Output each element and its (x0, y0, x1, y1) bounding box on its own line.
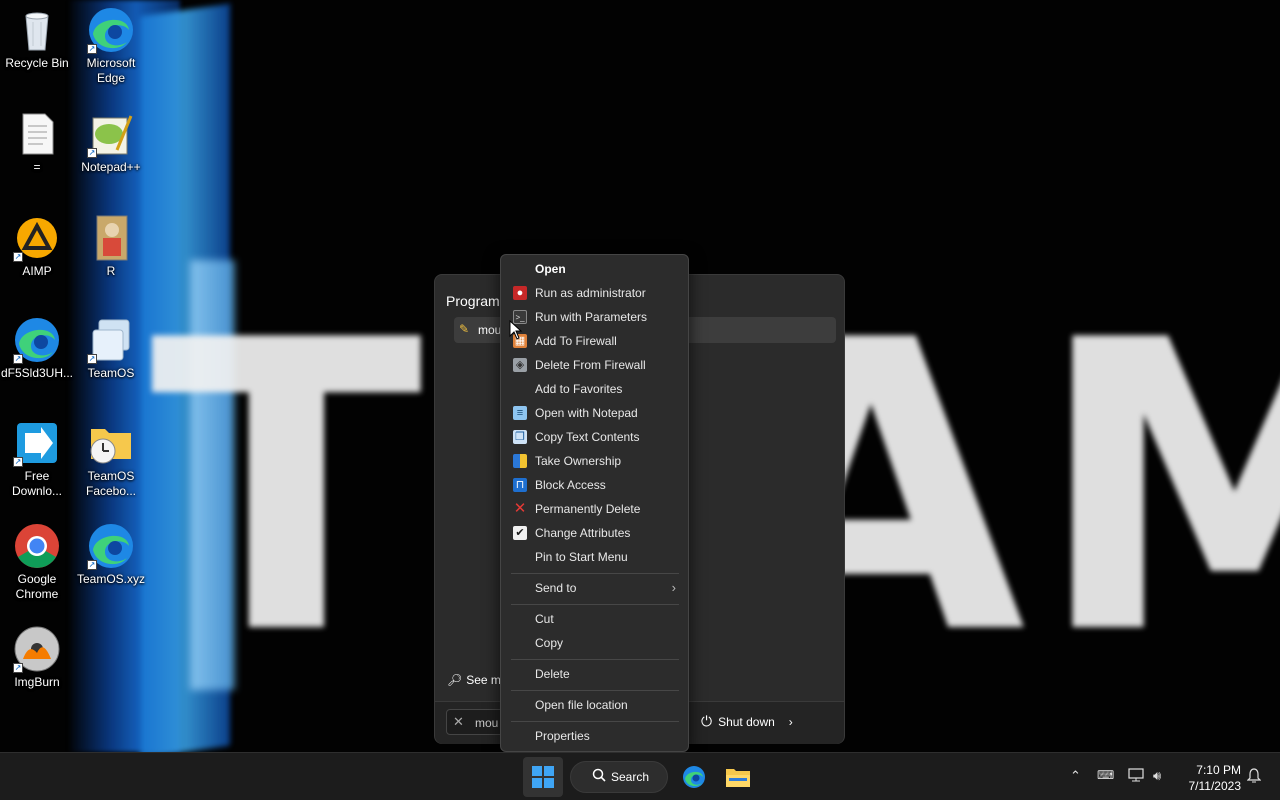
desktop-icon-free-download-manager[interactable]: ↗ Free Downlo... (0, 419, 74, 499)
desktop-icon-imgburn[interactable]: ↗ ImgBurn (0, 625, 74, 690)
search-icon (592, 768, 606, 785)
menu-item-properties[interactable]: Properties (505, 724, 684, 748)
taskbar: Search ⌃ ⌨ 🔊︎ 7:10 PM 7/11/2023 (0, 752, 1280, 800)
menu-item-permanently-delete[interactable]: ✕ Permanently Delete (505, 497, 684, 521)
menu-item-delete-from-firewall[interactable]: ◈ Delete From Firewall (505, 353, 684, 377)
desktop-icon-recycle-bin[interactable]: Recycle Bin (0, 6, 74, 71)
edge-icon: ↗ (13, 316, 61, 364)
taskbar-file-explorer-button[interactable] (718, 757, 758, 797)
imgburn-icon: ↗ (13, 625, 61, 673)
uac-shield-icon (513, 454, 527, 468)
keyboard-icon[interactable]: ⌨ (1097, 768, 1114, 782)
chrome-icon (13, 522, 61, 570)
folder-app-icon: ↗ (87, 316, 135, 364)
shortcut-arrow-icon: ↗ (13, 663, 23, 673)
menu-separator (511, 690, 679, 691)
shortcut-arrow-icon: ↗ (87, 44, 97, 54)
shortcut-arrow-icon: ↗ (87, 560, 97, 570)
start-button[interactable] (523, 757, 563, 797)
programs-heading: Programs (446, 293, 507, 309)
menu-item-run-with-parameters[interactable]: >_ Run with Parameters (505, 305, 684, 329)
shortcut-arrow-icon: ↗ (87, 148, 97, 158)
edge-icon: ↗ (87, 522, 135, 570)
folder-clock-icon (87, 419, 135, 467)
menu-item-pin-to-start-menu[interactable]: Pin to Start Menu (505, 545, 684, 569)
text-file-icon (13, 110, 61, 158)
red-x-icon: ✕ (513, 500, 527, 517)
power-icon: ⏻ (701, 713, 713, 729)
menu-item-block-access[interactable]: ⊓ Block Access (505, 473, 684, 497)
close-icon[interactable]: ✕ (453, 714, 464, 730)
desktop-icon-google-chrome[interactable]: Google Chrome (0, 522, 74, 602)
desktop-icon-teamos-xyz[interactable]: ↗ TeamOS.xyz (74, 522, 148, 587)
see-more-link[interactable]: 🔎︎ See mo (447, 673, 508, 687)
menu-item-cut[interactable]: Cut (505, 607, 684, 631)
taskbar-search-button[interactable]: Search (570, 761, 668, 793)
search-label: Search (611, 770, 650, 784)
recycle-bin-icon (13, 6, 61, 54)
desktop-icon-aimp[interactable]: ↗ AIMP (0, 214, 74, 279)
menu-item-add-to-firewall[interactable]: ▦ Add To Firewall (505, 329, 684, 353)
edge-icon: ↗ (87, 6, 135, 54)
menu-separator (511, 604, 679, 605)
menu-item-add-to-favorites[interactable]: Add to Favorites (505, 377, 684, 401)
notification-icon[interactable] (1246, 768, 1262, 787)
desktop-icon-microsoft-edge[interactable]: ↗ Microsoft Edge (74, 6, 148, 86)
folder-icon (725, 766, 751, 791)
menu-item-copy-text-contents[interactable]: ❐ Copy Text Contents (505, 425, 684, 449)
shortcut-arrow-icon: ↗ (87, 354, 97, 364)
edge-icon (682, 765, 706, 792)
free-download-manager-icon: ↗ (13, 419, 61, 467)
menu-item-open-with-notepad[interactable]: ≡ Open with Notepad (505, 401, 684, 425)
network-icon[interactable] (1128, 768, 1144, 785)
chevron-right-icon: › (788, 715, 793, 729)
shield-icon: ● (513, 286, 527, 300)
aimp-icon: ↗ (13, 214, 61, 262)
firewall-delete-icon: ◈ (513, 358, 527, 372)
menu-item-delete[interactable]: Delete (505, 662, 684, 686)
desktop-icon-teamos[interactable]: ↗ TeamOS (74, 316, 148, 381)
chevron-right-icon: › (671, 580, 676, 595)
menu-item-change-attributes[interactable]: ✔ Change Attributes (505, 521, 684, 545)
shortcut-arrow-icon: ↗ (13, 252, 23, 262)
menu-separator (511, 659, 679, 660)
menu-item-send-to[interactable]: Send to › (505, 576, 684, 600)
search-input-text: mou (475, 716, 499, 730)
shortcut-arrow-icon: ↗ (13, 354, 23, 364)
menu-item-take-ownership[interactable]: Take Ownership (505, 449, 684, 473)
windows-logo-icon (532, 766, 554, 788)
desktop-icon-notepad-plus-plus[interactable]: ↗ Notepad++ (74, 110, 148, 175)
desktop-icon-edge-shortcut[interactable]: ↗ dF5Sld3UH... (0, 316, 74, 381)
search-icon: 🔎︎ (447, 673, 463, 687)
menu-separator (511, 721, 679, 722)
menu-item-open[interactable]: Open (505, 257, 684, 281)
lock-icon: ⊓ (513, 478, 527, 492)
start-search-input[interactable]: ✕ mou (446, 709, 506, 735)
shutdown-button[interactable]: ⏻ Shut down › (701, 713, 793, 730)
menu-separator (511, 573, 679, 574)
menu-item-open-file-location[interactable]: Open file location (505, 693, 684, 717)
notepad-icon: ≡ (513, 406, 527, 420)
taskbar-edge-button[interactable] (674, 757, 714, 797)
menu-item-run-as-administrator[interactable]: ● Run as administrator (505, 281, 684, 305)
checkbox-icon: ✔ (513, 526, 527, 540)
image-file-icon (87, 214, 135, 262)
desktop-icon-text-file[interactable]: = (0, 110, 74, 175)
shortcut-arrow-icon: ↗ (13, 457, 23, 467)
shutdown-label: Shut down (718, 715, 775, 729)
desktop-icon-teamos-facebook[interactable]: TeamOS Facebo... (74, 419, 148, 499)
menu-item-copy[interactable]: Copy (505, 631, 684, 655)
notepad-plus-plus-icon: ↗ (87, 110, 135, 158)
clock-time[interactable]: 7:10 PM (1185, 763, 1241, 777)
clock-date[interactable]: 7/11/2023 (1181, 779, 1242, 793)
program-result-label: mou (478, 323, 502, 337)
desktop-icon-r-image[interactable]: R (74, 214, 148, 279)
context-menu: Open ● Run as administrator >_ Run with … (500, 254, 689, 752)
chevron-up-icon[interactable]: ⌃ (1070, 768, 1081, 784)
volume-icon[interactable]: 🔊︎ (1153, 768, 1161, 784)
program-icon: ✎ (459, 322, 470, 336)
copy-text-icon: ❐ (513, 430, 527, 444)
